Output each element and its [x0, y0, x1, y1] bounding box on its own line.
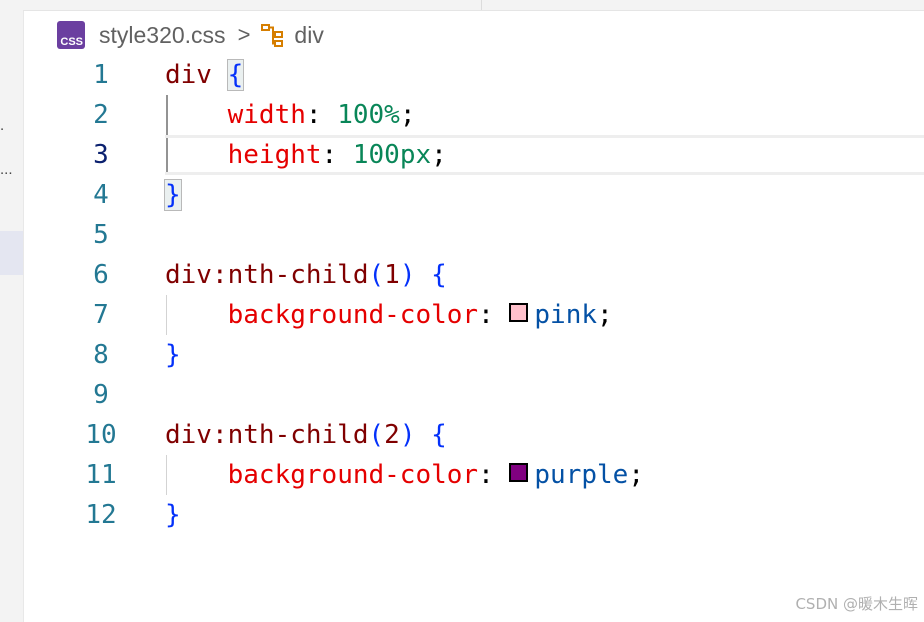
code-line[interactable]: 11 background-color: purple; — [23, 455, 924, 495]
code-line[interactable]: 6 div:nth-child(1) { — [23, 255, 924, 295]
code-token-brace: { — [431, 260, 447, 290]
line-number: 7 — [93, 300, 109, 330]
code-token-selector: div — [165, 60, 228, 90]
code-token-selector: 2 — [384, 420, 400, 450]
color-swatch-icon[interactable] — [509, 302, 529, 322]
code-token-brace: { — [226, 59, 245, 91]
line-number: 11 — [85, 460, 117, 490]
code-token-brace: ) — [399, 420, 432, 450]
code-token-brace: ( — [368, 260, 385, 290]
code-line[interactable]: 10 div:nth-child(2) { — [23, 415, 924, 455]
code-content: div { — [165, 55, 245, 95]
code-content: width: 100%; — [165, 95, 416, 135]
code-token-punct: ; — [597, 300, 613, 330]
code-editor[interactable]: 1 div {2 width: 100%; 3 height: 100px; 4} 5 6… — [23, 55, 924, 535]
sidebar-selected-item[interactable] — [0, 231, 23, 275]
code-line[interactable]: 9 — [23, 375, 924, 415]
line-number: 8 — [93, 340, 109, 370]
breadcrumb: CSS style320.css > div — [57, 20, 324, 50]
line-number: 10 — [85, 420, 117, 450]
code-token-keyword: pink — [534, 300, 598, 330]
code-token-keyword: purple — [534, 460, 629, 490]
code-token-punct: ; — [399, 100, 416, 130]
code-line[interactable]: 12} — [23, 495, 924, 535]
color-swatch-icon[interactable] — [509, 462, 529, 482]
line-number: 1 — [93, 60, 109, 90]
code-token-punct: ; — [628, 460, 644, 490]
code-token-selector: 1 — [384, 260, 400, 290]
line-number: 12 — [85, 500, 117, 530]
line-number: 3 — [93, 140, 109, 170]
code-token-property: height — [227, 140, 322, 170]
css-file-icon-text: CSS — [60, 36, 83, 48]
code-content: background-color: purple; — [165, 455, 644, 495]
code-token-number: 100px — [352, 140, 432, 170]
code-token-punct: : — [478, 300, 510, 330]
code-content: } — [165, 335, 181, 375]
line-number: 5 — [93, 220, 109, 250]
code-token-brace: } — [164, 179, 182, 211]
tab-bar — [23, 0, 924, 11]
code-line[interactable]: 7 background-color: pink; — [23, 295, 924, 335]
code-token-brace: } — [165, 340, 181, 370]
code-content: div:nth-child(1) { — [165, 255, 447, 295]
breadcrumb-file-name[interactable]: style320.css — [99, 22, 226, 49]
code-token-punct: : — [478, 460, 510, 490]
tab-divider — [481, 0, 482, 10]
sidebar-ellipsis[interactable]: . ... — [0, 118, 23, 178]
code-line[interactable]: 2 width: 100%; — [23, 95, 924, 135]
code-content: } — [164, 175, 182, 215]
code-token-brace: { — [431, 420, 447, 450]
code-content: } — [165, 495, 181, 535]
line-number: 6 — [93, 260, 109, 290]
activity-sidebar — [0, 0, 24, 622]
code-token-punct: : — [321, 140, 353, 170]
line-number: 9 — [93, 380, 109, 410]
code-token-property: background-color — [227, 460, 479, 490]
line-number: 4 — [93, 180, 109, 210]
code-token-property: width — [227, 100, 306, 130]
breadcrumb-symbol-name[interactable]: div — [294, 22, 323, 49]
code-token-brace: } — [165, 500, 181, 530]
code-line[interactable]: 5 — [23, 215, 924, 255]
code-token-property: background-color — [227, 300, 479, 330]
line-number: 2 — [93, 100, 109, 130]
code-content: background-color: pink; — [165, 295, 613, 335]
code-token-selector: div:nth-child — [165, 420, 369, 450]
code-content: height: 100px; — [165, 135, 447, 175]
code-content: div:nth-child(2) { — [165, 415, 447, 455]
code-token-punct: : — [305, 100, 338, 130]
sidebar-dot-2: ... — [0, 161, 13, 178]
watermark: CSDN @暖木生晖 — [795, 595, 918, 613]
css-file-icon: CSS — [57, 21, 85, 49]
code-token-number: 100% — [337, 100, 400, 130]
code-line[interactable]: 8} — [23, 335, 924, 375]
code-token-brace: ( — [368, 420, 385, 450]
sidebar-dot-1: . — [0, 117, 5, 134]
chevron-right-icon: > — [237, 22, 251, 47]
code-token-punct: ; — [431, 140, 447, 170]
code-token-selector: div:nth-child — [165, 260, 369, 290]
code-line[interactable]: 3 height: 100px; — [23, 135, 924, 175]
code-line[interactable]: 1 div { — [23, 55, 924, 95]
code-token-brace: ) — [399, 260, 432, 290]
code-line[interactable]: 4} — [23, 175, 924, 215]
element-structure-icon — [260, 22, 288, 48]
